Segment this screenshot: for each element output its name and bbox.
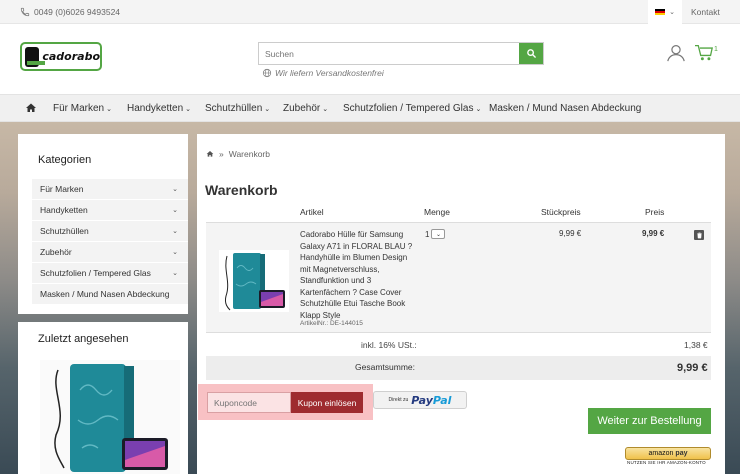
product-description[interactable]: Cadorabo Hülle für Samsung Galaxy A71 in…: [300, 229, 418, 321]
coupon-input[interactable]: [207, 392, 291, 413]
phone-number: 0049 (0)6026 9493524: [34, 7, 121, 17]
category-item-masken[interactable]: Masken / Mund Nasen Abdeckung: [32, 284, 188, 305]
search-icon: [526, 49, 536, 58]
coupon-area: Kupon einlösen: [198, 384, 373, 420]
chevron-down-icon: ⌄: [264, 106, 271, 113]
category-item-handyketten[interactable]: Handyketten ⌄: [32, 200, 188, 221]
recent-product-image[interactable]: [40, 360, 180, 474]
article-number: ArtikelNr.: DE-144015: [300, 320, 363, 327]
user-account-icon[interactable]: [666, 44, 686, 62]
nav-item-masken[interactable]: Masken / Mund Nasen Abdeckung: [489, 103, 641, 114]
tax-value: 1,38 €: [684, 340, 708, 350]
total-row: [206, 356, 711, 380]
logo[interactable]: cadorabo: [20, 42, 102, 71]
total-label: Gesamtsumme:: [355, 362, 415, 372]
chevron-down-icon: ⌄: [185, 106, 192, 113]
column-header-quantity: Menge: [424, 207, 450, 217]
bull-logo-icon: [25, 46, 46, 67]
quantity-value: 1: [425, 229, 430, 239]
chevron-down-icon: ⌄: [172, 207, 178, 214]
search-bar: [258, 42, 544, 65]
home-icon[interactable]: [25, 102, 37, 114]
column-header-price: Preis: [645, 207, 665, 217]
shopping-cart-icon[interactable]: [694, 44, 714, 62]
category-item-fuer-marken[interactable]: Für Marken ⌄: [32, 179, 188, 200]
contact-link[interactable]: Kontakt: [691, 7, 720, 17]
amazon-note: NUTZEN SIE IHR AMAZON-KONTO: [627, 460, 706, 465]
chevron-down-icon: ⌄: [172, 270, 178, 277]
chevron-down-icon: ⌄: [322, 106, 329, 113]
german-flag-icon: [655, 8, 666, 16]
divider: [206, 222, 711, 223]
unit-price: 9,99 €: [559, 229, 582, 238]
chevron-down-icon: ⌄: [475, 106, 482, 113]
amazon-pay-label: pay: [675, 450, 688, 457]
nav-item-schutzfolien[interactable]: Schutzfolien / Tempered Glas ⌄: [343, 103, 481, 114]
phone-icon: [20, 7, 30, 17]
page-title: Warenkorb: [205, 182, 278, 198]
quantity-select[interactable]: 1 ⌄: [425, 229, 446, 239]
paypal-express-button[interactable]: Direkt zu PayPal: [373, 391, 467, 409]
total-value: 9,99 €: [677, 362, 708, 374]
chevron-down-icon: ⌄: [669, 9, 675, 16]
globe-icon: [262, 68, 272, 78]
home-icon[interactable]: [206, 150, 214, 158]
product-image[interactable]: [219, 250, 289, 312]
breadcrumb-separator: »: [219, 149, 224, 159]
column-header-unit-price: Stückpreis: [541, 207, 581, 217]
remove-item-button[interactable]: [694, 230, 704, 240]
nav-item-zubehoer[interactable]: Zubehör ⌄: [283, 103, 328, 114]
breadcrumb: » Warenkorb: [206, 149, 270, 159]
main-navigation: Für Marken ⌄ Handyketten ⌄ Schutzhüllen ⌄ Z…: [0, 94, 740, 122]
recently-viewed-title: Zuletzt angesehen: [38, 333, 129, 345]
categories-title: Kategorien: [38, 154, 92, 166]
tax-label: inkl. 16% USt.:: [361, 340, 417, 350]
search-button[interactable]: [519, 43, 543, 64]
nav-item-handyketten[interactable]: Handyketten ⌄: [127, 103, 191, 114]
cart-count-badge: 1: [714, 46, 718, 53]
paypal-logo: PayPal: [411, 393, 452, 407]
checkout-button[interactable]: Weiter zur Bestellung: [588, 408, 711, 434]
breadcrumb-current: Warenkorb: [228, 149, 270, 159]
chevron-down-icon: ⌄: [172, 249, 178, 256]
language-selector[interactable]: ⌄: [648, 0, 682, 24]
shipping-text: Wir liefern Versandkostenfrei: [275, 68, 384, 78]
logo-text: cadorabo: [42, 50, 100, 63]
paypal-prefix: Direkt zu: [388, 397, 409, 403]
category-item-zubehoer[interactable]: Zubehör ⌄: [32, 242, 188, 263]
chevron-down-icon: ⌄: [106, 106, 112, 113]
top-bar: 0049 (0)6026 9493524 ⌄ Kontakt: [0, 0, 740, 24]
nav-item-fuer-marken[interactable]: Für Marken ⌄: [53, 103, 112, 114]
phone-info[interactable]: 0049 (0)6026 9493524: [20, 7, 120, 17]
line-price: 9,99 €: [642, 229, 665, 238]
divider: [206, 332, 711, 333]
cart-content: » Warenkorb Warenkorb Artikel Menge Stüc…: [197, 134, 725, 474]
redeem-coupon-button[interactable]: Kupon einlösen: [291, 392, 363, 413]
amazon-pay-button[interactable]: amazon pay: [625, 447, 711, 460]
chevron-down-icon: ⌄: [431, 229, 446, 239]
trash-icon: [696, 232, 702, 238]
search-input[interactable]: [259, 43, 519, 64]
categories-box: Kategorien Für Marken ⌄ Handyketten ⌄ Schu…: [18, 134, 188, 314]
column-header-article: Artikel: [300, 207, 324, 217]
chevron-down-icon: ⌄: [172, 186, 178, 193]
shipping-note: Wir liefern Versandkostenfrei: [262, 68, 384, 78]
category-item-schutzhuellen[interactable]: Schutzhüllen ⌄: [32, 221, 188, 242]
recently-viewed-box: Zuletzt angesehen: [18, 322, 188, 474]
chevron-down-icon: ⌄: [172, 228, 178, 235]
nav-item-schutzhuellen[interactable]: Schutzhüllen ⌄: [205, 103, 270, 114]
category-item-schutzfolien[interactable]: Schutzfolien / Tempered Glas ⌄: [32, 263, 188, 284]
amazon-brand: amazon: [648, 450, 674, 457]
